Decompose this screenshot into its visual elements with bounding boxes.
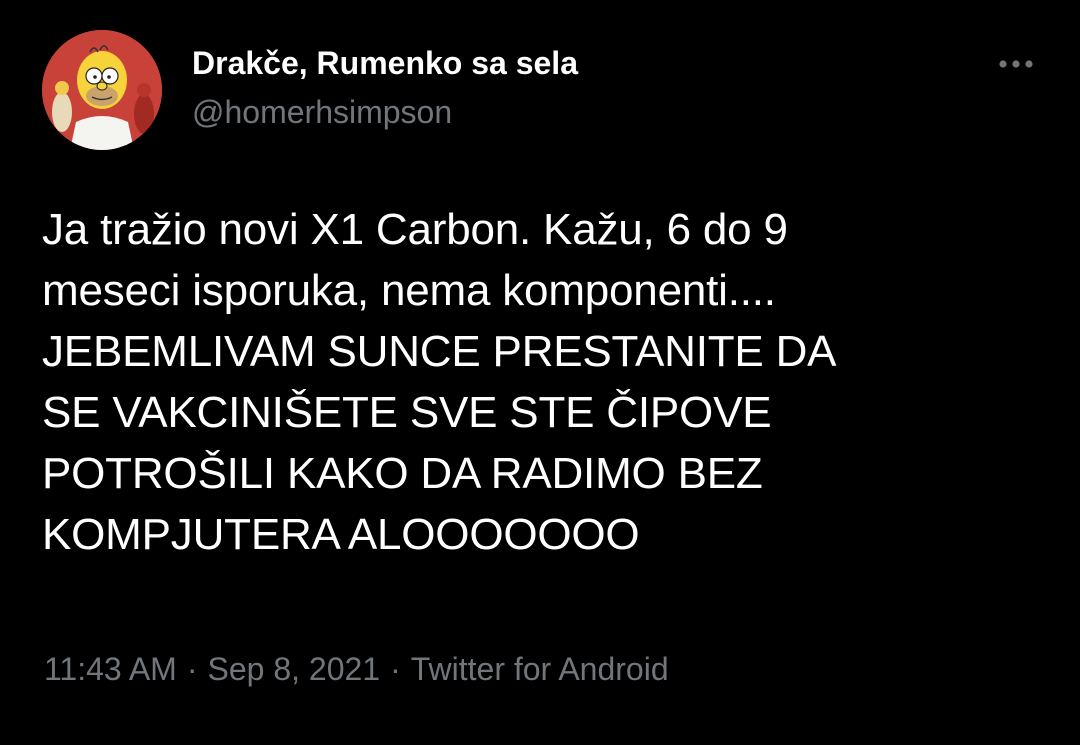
tweet-text-line: POTROŠILI KAKO DA RADIMO BEZ [42,449,763,498]
tweet-text-line: SE VAKCINIŠETE SVE STE ČIPOVE [42,388,772,437]
author-handle[interactable]: @homerhsimpson [192,94,452,131]
separator: · [390,651,401,687]
tweet-source[interactable]: Twitter for Android [411,651,669,687]
tweet-text-line: meseci isporuka, nema komponenti.... [42,266,776,315]
tweet-text-line: JEBEMLIVAM SUNCE PRESTANITE DA [42,327,837,376]
author-display-name[interactable]: Drakče, Rumenko sa sela [192,45,578,82]
tweet-metadata: 11:43 AM · Sep 8, 2021 · Twitter for Android [44,651,669,688]
separator: · [186,651,198,687]
avatar[interactable] [42,30,162,150]
tweet-time[interactable]: 11:43 AM [44,651,177,687]
tweet-text-line: KOMPJUTERA ALOOOOOOO [42,510,640,559]
homer-simpson-avatar-icon [42,30,162,150]
tweet: Drakče, Rumenko sa sela @homerhsimpson J… [0,0,1080,745]
tweet-text-line: Ja tražio novi X1 Carbon. Kažu, 6 do 9 [42,205,788,254]
more-options-icon[interactable] [994,54,1038,74]
tweet-date[interactable]: Sep 8, 2021 [207,651,380,687]
tweet-text: Ja tražio novi X1 Carbon. Kažu, 6 do 9 m… [42,199,1052,565]
